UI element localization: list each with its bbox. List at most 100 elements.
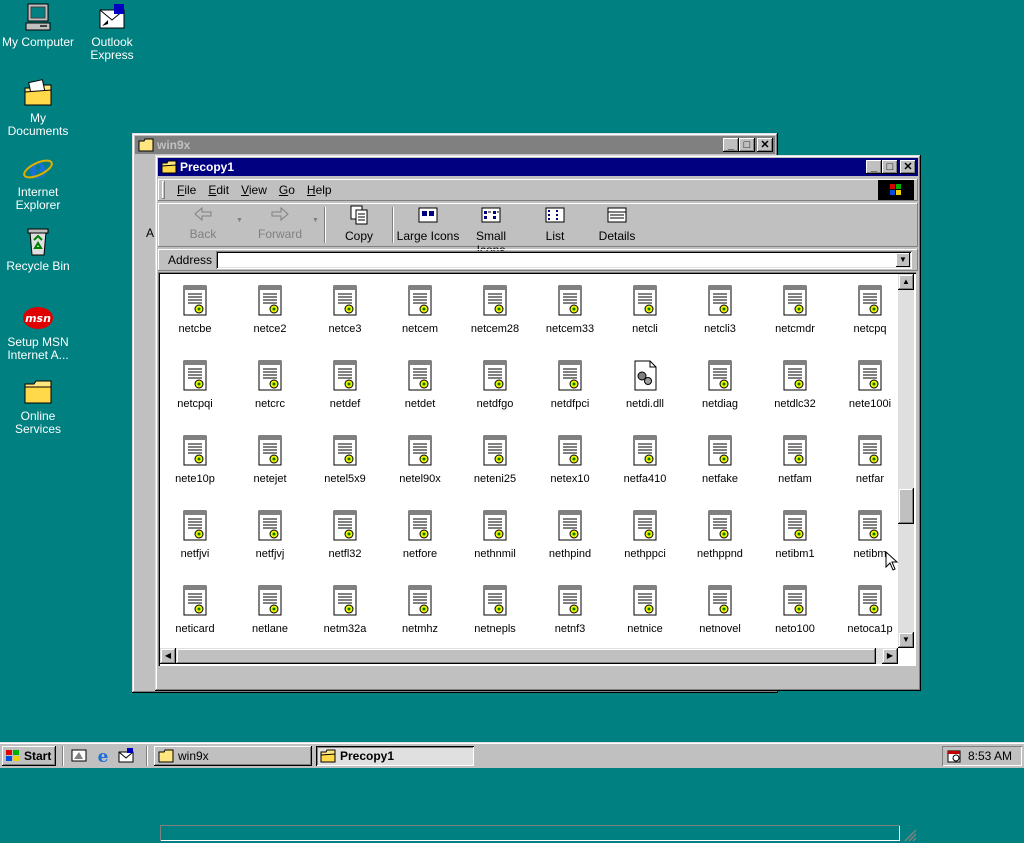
file-item[interactable]: netdfpci [533, 359, 607, 410]
file-item[interactable]: netfar [833, 434, 907, 485]
scroll-left-button[interactable]: ◀ [160, 648, 176, 664]
resize-grip-icon[interactable] [903, 828, 917, 842]
file-item[interactable]: netnice [608, 584, 682, 635]
file-item[interactable]: neto100 [758, 584, 832, 635]
file-item[interactable]: neticard [158, 584, 232, 635]
file-item[interactable]: netnovel [683, 584, 757, 635]
file-item[interactable]: netfl32 [308, 509, 382, 560]
file-item[interactable]: netel90x [383, 434, 457, 485]
file-item[interactable]: neteni25 [458, 434, 532, 485]
forward-button[interactable]: Forward [252, 205, 308, 245]
menu-edit[interactable]: Edit [202, 183, 235, 197]
file-item[interactable]: netcem [383, 284, 457, 335]
menu-go[interactable]: Go [273, 183, 301, 197]
outlook-express-icon[interactable] [117, 747, 135, 765]
file-item[interactable]: netfam [758, 434, 832, 485]
file-item[interactable]: netfjvj [233, 509, 307, 560]
desktop-icon-internet-explorer[interactable]: e Internet Explorer [0, 152, 76, 212]
back-dropdown-icon[interactable]: ▼ [236, 217, 243, 224]
file-item[interactable]: netce3 [308, 284, 382, 335]
file-item[interactable]: netel5x9 [308, 434, 382, 485]
scroll-right-button[interactable]: ▶ [882, 648, 898, 664]
menu-file[interactable]: File [171, 183, 202, 197]
file-item[interactable]: netdet [383, 359, 457, 410]
scroll-up-button[interactable]: ▲ [898, 274, 914, 290]
file-item[interactable]: netcpqi [158, 359, 232, 410]
file-item[interactable]: netnepls [458, 584, 532, 635]
file-item[interactable]: netex10 [533, 434, 607, 485]
file-item[interactable]: nethnmil [458, 509, 532, 560]
address-input[interactable]: ▼ [216, 251, 912, 269]
maximize-button[interactable]: □ [739, 138, 755, 152]
taskbar-item-precopy1[interactable]: Precopy1 [316, 746, 474, 766]
file-item[interactable]: netdef [308, 359, 382, 410]
menu-grip[interactable] [162, 181, 165, 199]
file-item[interactable]: netce2 [233, 284, 307, 335]
file-item[interactable]: netoca1p [833, 584, 907, 635]
scroll-down-button[interactable]: ▼ [898, 632, 914, 648]
file-item[interactable]: netfjvi [158, 509, 232, 560]
maximize-button[interactable]: □ [882, 160, 898, 174]
small-icons-button[interactable]: Small Icons [460, 205, 522, 257]
forward-dropdown-icon[interactable]: ▼ [312, 217, 319, 224]
file-item[interactable]: netibm1 [758, 509, 832, 560]
close-button[interactable]: ✕ [757, 138, 773, 152]
file-item[interactable]: netlane [233, 584, 307, 635]
menu-help[interactable]: Help [301, 183, 338, 197]
file-item[interactable]: nete10p [158, 434, 232, 485]
copy-button[interactable]: Copy [334, 205, 384, 245]
back-button[interactable]: Back [178, 205, 228, 245]
list-button[interactable]: List [530, 205, 580, 245]
file-item[interactable]: netm32a [308, 584, 382, 635]
internet-explorer-icon[interactable]: e [94, 747, 112, 765]
desktop-icon-recycle-bin[interactable]: Recycle Bin [0, 226, 76, 273]
file-list-view[interactable]: netcbe netce2 netce3 netcem netcem28 netcem33… [158, 272, 916, 666]
file-item[interactable]: netcem28 [458, 284, 532, 335]
file-item[interactable]: netdlc32 [758, 359, 832, 410]
file-item[interactable]: netcmdr [758, 284, 832, 335]
file-item[interactable]: nete100i [833, 359, 907, 410]
file-item[interactable]: netcpq [833, 284, 907, 335]
menu-view[interactable]: View [235, 183, 273, 197]
file-item[interactable]: netcli [608, 284, 682, 335]
start-button[interactable]: Start [2, 746, 56, 766]
file-item[interactable]: netdi.dll [608, 359, 682, 410]
file-item[interactable]: netmhz [383, 584, 457, 635]
address-dropdown-button[interactable]: ▼ [896, 253, 910, 267]
file-item[interactable]: nethppnd [683, 509, 757, 560]
details-button[interactable]: Details [590, 205, 644, 245]
file-item[interactable]: nethppci [608, 509, 682, 560]
desktop-icon-online-services[interactable]: Online Services [0, 376, 76, 436]
horizontal-scrollbar[interactable]: ◀ ▶ [160, 648, 898, 664]
clock[interactable]: 8:53 AM [968, 749, 1012, 763]
taskbar-item-win9x[interactable]: win9x [154, 746, 312, 766]
file-item[interactable]: nethpind [533, 509, 607, 560]
precopy1-titlebar[interactable]: Precopy1 _ □ ✕ [158, 158, 918, 176]
desktop-icon-setup-msn[interactable]: msn Setup MSN Internet A... [0, 302, 76, 362]
desktop-icon-my-computer[interactable]: My Computer [0, 2, 76, 49]
vertical-scroll-thumb[interactable] [898, 488, 914, 524]
vertical-scrollbar[interactable]: ▲ ▼ [898, 274, 914, 648]
file-item[interactable]: netnf3 [533, 584, 607, 635]
file-item[interactable]: netfore [383, 509, 457, 560]
horizontal-scroll-thumb[interactable] [176, 648, 876, 664]
show-desktop-icon[interactable] [70, 747, 88, 765]
large-icons-button[interactable]: Large Icons [396, 205, 460, 245]
file-item[interactable]: netcem33 [533, 284, 607, 335]
file-item[interactable]: netcrc [233, 359, 307, 410]
file-item[interactable]: netcli3 [683, 284, 757, 335]
file-item[interactable]: netejet [233, 434, 307, 485]
file-item[interactable]: netfa410 [608, 434, 682, 485]
scheduler-icon[interactable] [946, 748, 962, 764]
file-item[interactable]: netfake [683, 434, 757, 485]
close-button[interactable]: ✕ [900, 160, 916, 174]
minimize-button[interactable]: _ [723, 138, 739, 152]
desktop-icon-my-documents[interactable]: My Documents [0, 78, 76, 138]
document-icon [408, 285, 432, 316]
file-item[interactable]: netdiag [683, 359, 757, 410]
file-item[interactable]: netdfgo [458, 359, 532, 410]
desktop-icon-outlook-express[interactable]: Outlook Express [74, 2, 150, 62]
minimize-button[interactable]: _ [866, 160, 882, 174]
file-item[interactable]: netcbe [158, 284, 232, 335]
win9x-titlebar[interactable]: win9x _ □ ✕ [135, 136, 775, 154]
